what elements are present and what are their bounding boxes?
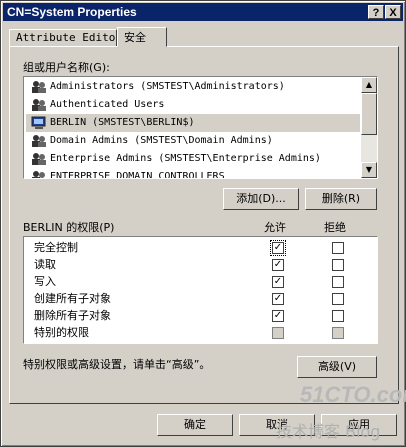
allow-checkbox-read[interactable]: ✓ bbox=[272, 259, 284, 271]
users-scrollbar[interactable]: ▲ ▼ bbox=[361, 77, 377, 178]
watermark-caption: 技术博客 Blog bbox=[276, 422, 381, 441]
list-item[interactable]: Authenticated Users bbox=[26, 96, 360, 114]
allow-checkbox-write[interactable]: ✓ bbox=[272, 276, 284, 288]
check-icon: ✓ bbox=[273, 293, 283, 304]
advanced-button[interactable]: 高级(V) bbox=[297, 356, 377, 378]
deny-checkbox-create-children[interactable] bbox=[332, 293, 344, 305]
list-item[interactable]: Enterprise Admins (SMSTEST\Enterprise Ad… bbox=[26, 150, 360, 168]
list-item-label: Domain Admins (SMSTEST\Domain Admins) bbox=[50, 135, 273, 146]
advanced-hint: 特别权限或高级设置，请单击“高级”。 bbox=[23, 358, 211, 371]
permission-row: 写入 bbox=[34, 275, 56, 288]
list-item[interactable]: Domain Admins (SMSTEST\Domain Admins) bbox=[26, 132, 360, 150]
permission-row: 创建所有子对象 bbox=[34, 292, 111, 305]
group-icon bbox=[32, 99, 46, 111]
check-icon: ✓ bbox=[273, 310, 283, 321]
allow-checkbox-special bbox=[272, 327, 284, 339]
list-item-label: Authenticated Users bbox=[50, 99, 165, 110]
users-listbox[interactable]: Administrators (SMSTEST\Administrators) … bbox=[23, 76, 378, 179]
deny-header: 拒绝 bbox=[324, 221, 346, 234]
scroll-down-icon[interactable]: ▼ bbox=[361, 162, 377, 178]
tab-security[interactable]: 安全 bbox=[117, 27, 167, 47]
list-item-label: BERLIN (SMSTEST\BERLIN$) bbox=[50, 117, 195, 128]
permission-row: 删除所有子对象 bbox=[34, 309, 111, 322]
allow-checkbox-full-control[interactable]: ✓ bbox=[270, 240, 286, 256]
group-icon bbox=[32, 153, 46, 165]
deny-checkbox-read[interactable] bbox=[332, 259, 344, 271]
check-icon: ✓ bbox=[273, 276, 283, 287]
deny-checkbox-delete-children[interactable] bbox=[332, 310, 344, 322]
permission-row: 特别的权限 bbox=[34, 326, 89, 339]
allow-header: 允许 bbox=[264, 221, 286, 234]
group-icon bbox=[32, 171, 45, 178]
scroll-up-icon[interactable]: ▲ bbox=[361, 77, 377, 93]
list-item-label: ENTERPRISE DOMAIN CONTROLLERS bbox=[50, 171, 225, 179]
remove-button[interactable]: 删除(R) bbox=[305, 188, 377, 210]
watermark-logo: 51CTO.com bbox=[300, 382, 406, 407]
check-icon: ✓ bbox=[273, 259, 283, 270]
allow-checkbox-delete-children[interactable]: ✓ bbox=[272, 310, 284, 322]
window-title: CN=System Properties bbox=[7, 5, 137, 19]
list-item-selected[interactable]: BERLIN (SMSTEST\BERLIN$) bbox=[26, 114, 360, 132]
close-button[interactable]: X bbox=[385, 5, 401, 19]
properties-dialog: CN=System Properties ? X Attribute Edito… bbox=[0, 0, 406, 447]
permission-row: 完全控制 bbox=[34, 241, 78, 254]
list-item[interactable]: ENTERPRISE DOMAIN CONTROLLERS bbox=[26, 168, 360, 179]
deny-checkbox-full-control[interactable] bbox=[332, 242, 344, 254]
deny-checkbox-special bbox=[332, 327, 344, 339]
add-button[interactable]: 添加(D)... bbox=[223, 188, 299, 210]
permissions-label: BERLIN 的权限(P) bbox=[23, 221, 115, 234]
permissions-list: 完全控制 读取 写入 创建所有子对象 删除所有子对象 特别的权限 ✓ ✓ ✓ ✓… bbox=[23, 236, 378, 344]
users-label: 组或用户名称(G): bbox=[23, 61, 110, 74]
list-item-label: Administrators (SMSTEST\Administrators) bbox=[50, 81, 285, 92]
title-bar: CN=System Properties ? X bbox=[3, 3, 403, 21]
help-button[interactable]: ? bbox=[368, 5, 384, 19]
tab-attribute-editor[interactable]: Attribute Editor bbox=[9, 29, 122, 47]
permission-row: 读取 bbox=[34, 258, 56, 271]
deny-checkbox-write[interactable] bbox=[332, 276, 344, 288]
allow-checkbox-create-children[interactable]: ✓ bbox=[272, 293, 284, 305]
list-item[interactable]: Administrators (SMSTEST\Administrators) bbox=[26, 78, 360, 96]
scroll-thumb[interactable] bbox=[361, 93, 377, 135]
check-icon: ✓ bbox=[273, 242, 283, 253]
group-icon bbox=[32, 135, 46, 147]
list-item-label: Enterprise Admins (SMSTEST\Enterprise Ad… bbox=[50, 153, 321, 164]
group-icon bbox=[32, 81, 46, 93]
ok-button[interactable]: 确定 bbox=[157, 414, 233, 436]
computer-icon bbox=[31, 116, 46, 129]
